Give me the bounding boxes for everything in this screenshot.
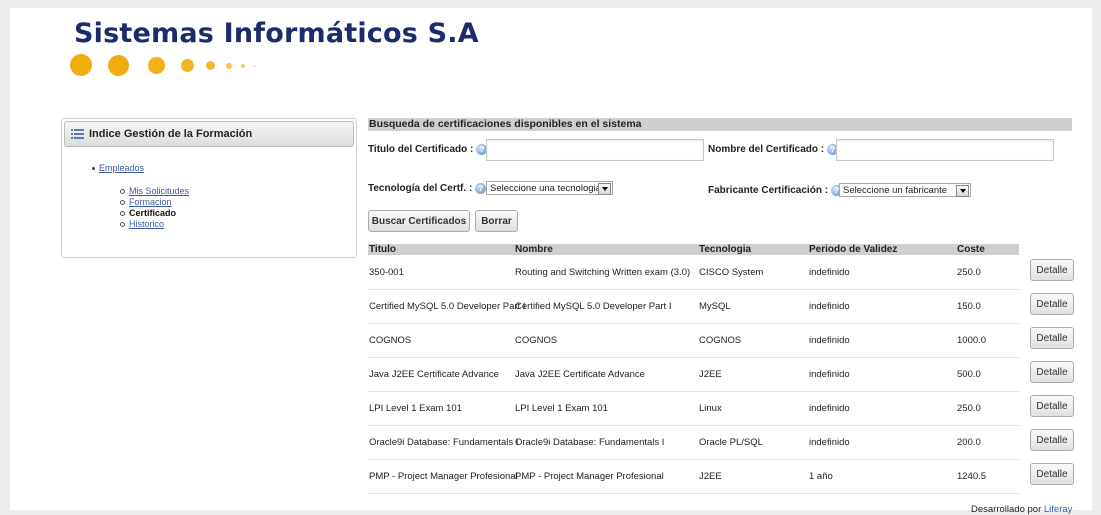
detalle-button[interactable]: Detalle [1030, 463, 1074, 485]
titulo-input[interactable] [486, 139, 704, 161]
tecnologia-select[interactable]: Seleccione una tecnologia [486, 181, 613, 195]
table-cell: indefinido [809, 437, 850, 448]
sidebar-item-historico[interactable]: Historico [129, 219, 164, 229]
borrar-button[interactable]: Borrar [475, 210, 518, 232]
table-cell: Oracle PL/SQL [699, 437, 763, 448]
table-cell: Oracle9i Database: Fundamentals I [515, 437, 665, 448]
table-row: PMP - Project Manager Profesional PMP - P… [368, 460, 1074, 494]
col-titulo: Titulo [369, 244, 397, 255]
buscar-button[interactable]: Buscar Certificados [368, 210, 470, 232]
company-logo-text: Sistemas Informáticos S.A [74, 18, 479, 49]
row-divider [368, 493, 1019, 494]
nombre-input[interactable] [836, 139, 1054, 161]
table-cell: Routing and Switching Written exam (3.0) [515, 267, 691, 278]
table-cell: 350-001 [369, 267, 404, 278]
results-table-header: Titulo Nombre Tecnologia Periodo de Vali… [368, 244, 1019, 255]
col-nombre: Nombre [515, 244, 553, 255]
chevron-down-icon[interactable] [956, 185, 969, 197]
sidebar-item-empleados[interactable]: Empleados [99, 163, 144, 173]
table-row: 350-001 Routing and Switching Written exa… [368, 256, 1074, 290]
table-cell: indefinido [809, 301, 850, 312]
sidebar-header: Indice Gestión de la Formación [64, 121, 354, 147]
list-icon [71, 128, 84, 139]
table-cell: CISCO System [699, 267, 764, 278]
table-cell: indefinido [809, 369, 850, 380]
titulo-label: Titulo del Certificado :? [368, 144, 488, 155]
table-cell: Oracle9i Database: Fundamentals I [369, 437, 519, 448]
col-tecnologia: Tecnologia [699, 244, 752, 255]
detalle-button[interactable]: Detalle [1030, 361, 1074, 383]
table-cell: MySQL [699, 301, 731, 312]
table-cell: Certified MySQL 5.0 Developer Part I [369, 301, 526, 312]
table-cell: COGNOS [699, 335, 742, 346]
table-row: COGNOS COGNOS COGNOS indefinido 1000.0 Detall… [368, 324, 1074, 358]
sidebar-panel: Indice Gestión de la Formación Empleados… [61, 118, 357, 258]
table-cell: 250.0 [957, 267, 981, 278]
table-cell: LPI Level 1 Exam 101 [515, 403, 608, 414]
table-row: LPI Level 1 Exam 101 LPI Level 1 Exam 101… [368, 392, 1074, 426]
table-cell: indefinido [809, 335, 850, 346]
detalle-button[interactable]: Detalle [1030, 429, 1074, 451]
table-row: Oracle9i Database: Fundamentals I Oracle9… [368, 426, 1074, 460]
detalle-button[interactable]: Detalle [1030, 293, 1074, 315]
table-cell: J2EE [699, 369, 722, 380]
table-cell: 150.0 [957, 301, 981, 312]
fabricante-select[interactable]: Seleccione un fabricante [839, 183, 971, 197]
chevron-down-icon[interactable] [598, 183, 611, 195]
detalle-button[interactable]: Detalle [1030, 327, 1074, 349]
table-cell: Java J2EE Certificate Advance [369, 369, 499, 380]
table-cell: Linux [699, 403, 722, 414]
table-cell: COGNOS [369, 335, 412, 346]
table-cell: PMP - Project Manager Profesional [515, 471, 664, 482]
sidebar-title: Indice Gestión de la Formación [89, 128, 253, 140]
table-cell: 1 año [809, 471, 833, 482]
section-title: Busqueda de certificaciones disponibles … [368, 118, 1072, 131]
table-cell: Certified MySQL 5.0 Developer Part I [515, 301, 672, 312]
table-cell: 1240.5 [957, 471, 987, 482]
table-cell: LPI Level 1 Exam 101 [369, 403, 462, 414]
fabricante-label: Fabricante Certificación :? [708, 185, 843, 196]
detalle-button[interactable]: Detalle [1030, 395, 1074, 417]
table-cell: 500.0 [957, 369, 981, 380]
table-cell: 1000.0 [957, 335, 987, 346]
sidebar-item-certificado: Certificado [129, 208, 177, 218]
table-row: Java J2EE Certificate Advance Java J2EE C… [368, 358, 1074, 392]
table-cell: indefinido [809, 267, 850, 278]
table-cell: J2EE [699, 471, 722, 482]
table-cell: PMP - Project Manager Profesional [369, 471, 518, 482]
logo-dots-decoration [70, 54, 310, 84]
detalle-button[interactable]: Detalle [1030, 259, 1074, 281]
table-cell: 250.0 [957, 403, 981, 414]
nombre-label: Nombre del Certificado :? [708, 144, 839, 155]
table-cell: 200.0 [957, 437, 981, 448]
help-icon[interactable]: ? [475, 183, 487, 194]
tecnologia-label: Tecnología del Certf. :? [368, 183, 487, 194]
col-periodo: Periodo de Validez [809, 244, 898, 255]
table-cell: Java J2EE Certificate Advance [515, 369, 645, 380]
table-row: Certified MySQL 5.0 Developer Part I Cert… [368, 290, 1074, 324]
col-coste: Coste [957, 244, 985, 255]
sidebar-item-mis-solicitudes[interactable]: Mis Solicitudes [129, 186, 189, 196]
sidebar-item-formacion[interactable]: Formacion [129, 197, 172, 207]
table-cell: indefinido [809, 403, 850, 414]
table-cell: COGNOS [515, 335, 558, 346]
